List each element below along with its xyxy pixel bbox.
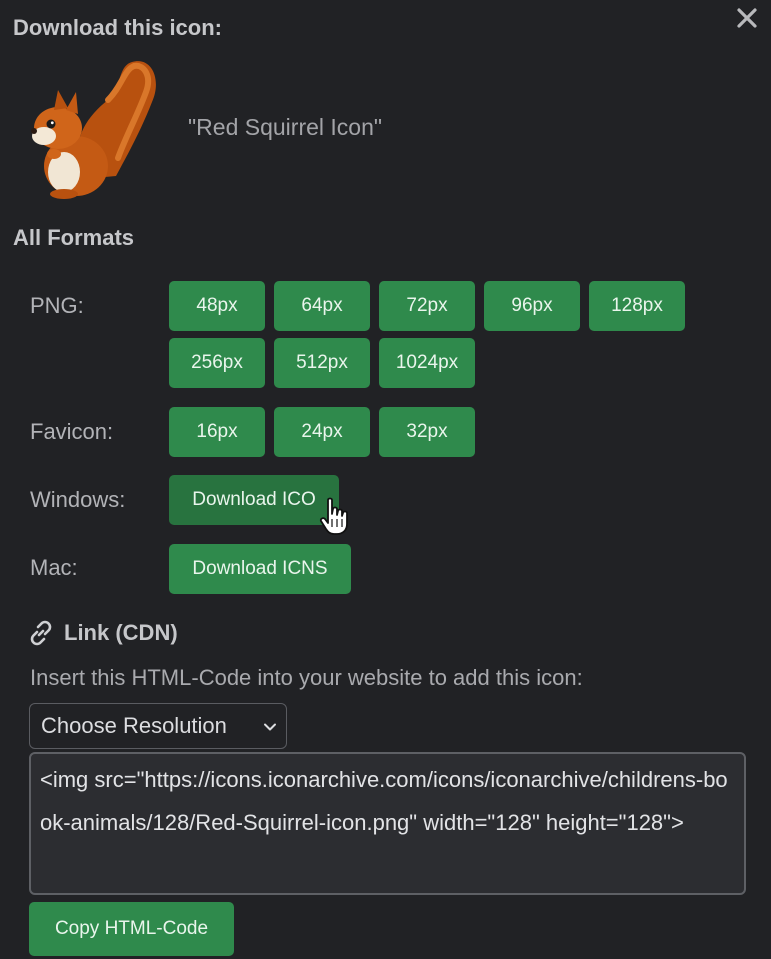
html-code-textarea[interactable]: <img src="https://icons.iconarchive.com/…	[29, 752, 746, 895]
close-icon	[737, 8, 757, 28]
favicon-16px-button[interactable]: 16px	[169, 407, 265, 457]
download-ico-button[interactable]: Download ICO	[169, 475, 339, 525]
resolution-select-value: Choose Resolution	[41, 713, 227, 738]
all-formats-heading: All Formats	[13, 225, 135, 250]
cdn-heading: Link (CDN)	[64, 620, 178, 645]
cdn-instruction: Insert this HTML-Code into your website …	[30, 665, 583, 690]
copy-html-code-button[interactable]: Copy HTML-Code	[29, 902, 234, 956]
link-icon	[30, 620, 52, 646]
png-128px-button[interactable]: 128px	[589, 281, 685, 331]
close-button[interactable]	[735, 6, 759, 30]
chevron-down-icon	[264, 723, 276, 731]
windows-label: Windows:	[30, 487, 126, 512]
cdn-heading-row: Link (CDN)	[28, 620, 178, 646]
download-icns-button[interactable]: Download ICNS	[169, 544, 351, 594]
squirrel-icon-preview	[31, 61, 156, 199]
png-48px-button[interactable]: 48px	[169, 281, 265, 331]
dialog-title: Download this icon:	[13, 15, 222, 40]
png-512px-button[interactable]: 512px	[274, 338, 370, 388]
icon-name: "Red Squirrel Icon"	[188, 114, 383, 140]
png-256px-button[interactable]: 256px	[169, 338, 265, 388]
png-72px-button[interactable]: 72px	[379, 281, 475, 331]
png-1024px-button[interactable]: 1024px	[379, 338, 475, 388]
favicon-24px-button[interactable]: 24px	[274, 407, 370, 457]
mac-label: Mac:	[30, 555, 78, 580]
resolution-select[interactable]: Choose Resolution	[29, 703, 287, 749]
png-96px-button[interactable]: 96px	[484, 281, 580, 331]
hand-pointer-icon	[319, 497, 348, 535]
favicon-label: Favicon:	[30, 419, 114, 444]
favicon-32px-button[interactable]: 32px	[379, 407, 475, 457]
png-64px-button[interactable]: 64px	[274, 281, 370, 331]
png-label: PNG:	[30, 293, 84, 318]
